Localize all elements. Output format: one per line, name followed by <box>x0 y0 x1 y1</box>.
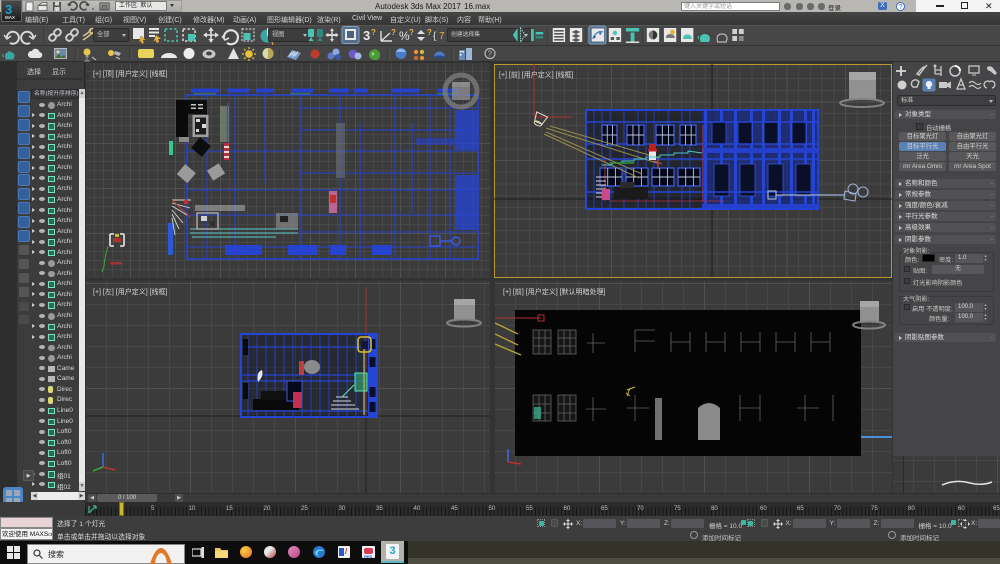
svg-text:3: 3 <box>363 28 370 43</box>
svg-text:?: ? <box>409 28 414 37</box>
svg-text:?: ? <box>488 50 493 59</box>
svg-text:?: ? <box>427 28 432 37</box>
svg-text:7: 7 <box>439 31 445 42</box>
svg-text:?: ? <box>391 28 396 37</box>
svg-text:?: ? <box>371 28 376 37</box>
